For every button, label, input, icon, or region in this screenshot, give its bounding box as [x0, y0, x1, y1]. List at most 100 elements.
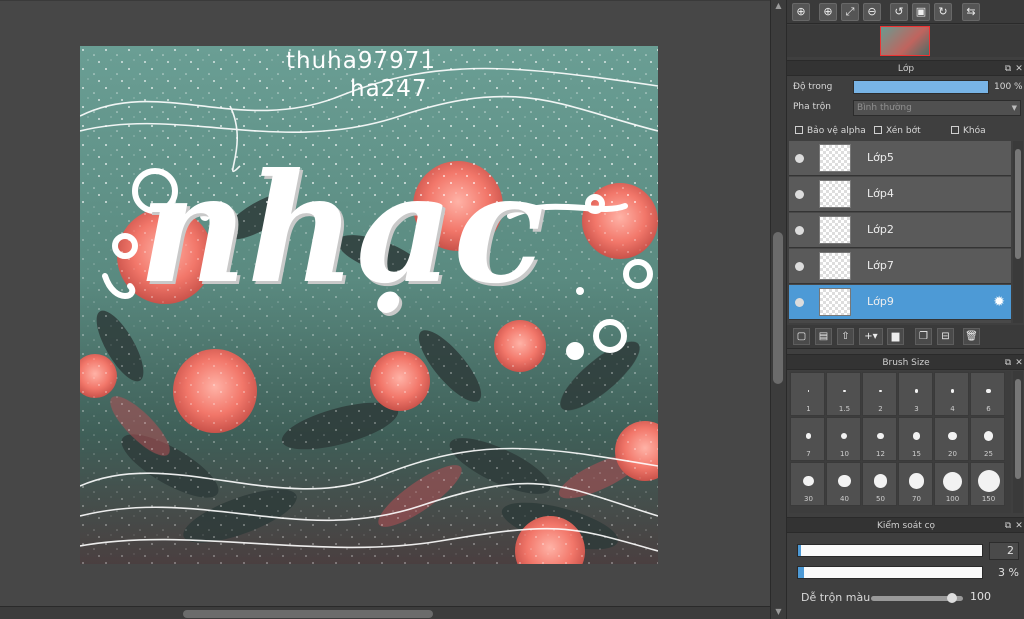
- brush-size-label: 150: [981, 495, 996, 503]
- brush-size-label: 20: [948, 450, 957, 458]
- artwork-canvas[interactable]: thuha97971 ha247 nhạc: [80, 46, 658, 564]
- brush-size-cell[interactable]: 25: [970, 417, 1005, 461]
- brush-size-cell[interactable]: 1: [790, 372, 825, 416]
- brush-size-value[interactable]: 2: [989, 542, 1019, 560]
- zoom-out-icon[interactable]: ⊖: [863, 3, 881, 21]
- visibility-eye-icon[interactable]: [795, 226, 804, 235]
- brush-dot-icon: [807, 390, 810, 392]
- add-layer-menu-icon[interactable]: +▾: [859, 328, 883, 345]
- layer-opacity-slider[interactable]: [853, 80, 989, 94]
- scrollbar-thumb[interactable]: [773, 232, 783, 384]
- brush-size-panel-title: Brush Size ⧉ ✕: [787, 354, 1024, 370]
- brush-size-label: 7: [806, 450, 811, 458]
- layer-list-scrollbar[interactable]: [1013, 141, 1023, 323]
- rotate-right-icon[interactable]: ↻: [934, 3, 952, 21]
- copy-layer-icon[interactable]: ▤: [815, 328, 832, 345]
- right-panel: ⊕ ⊕ ⤢ ⊖ ↺ ▣ ↻ ⇆ Lớp ⧉ ✕ Độ trong 100 % P…: [786, 0, 1024, 619]
- scroll-up-icon[interactable]: ▲: [774, 2, 783, 10]
- popout-icon[interactable]: ⧉: [1003, 61, 1013, 77]
- gear-icon[interactable]: ✹: [993, 294, 1005, 310]
- lock-checkbox[interactable]: Khóa: [951, 124, 986, 138]
- brush-size-cell[interactable]: 15: [898, 417, 933, 461]
- layer-panel-title: Lớp ⧉ ✕: [787, 60, 1024, 76]
- brush-size-label: 12: [876, 450, 885, 458]
- canvas-vertical-scrollbar[interactable]: ▲ ▼: [770, 0, 786, 619]
- brush-size-cell[interactable]: 1.5: [826, 372, 861, 416]
- layer-row[interactable]: Lớp7: [789, 249, 1011, 284]
- brush-size-slider[interactable]: [797, 544, 983, 557]
- brush-size-cell[interactable]: 20: [934, 417, 969, 461]
- brush-size-cell[interactable]: 150: [970, 462, 1005, 506]
- layer-row[interactable]: Lớp2: [789, 213, 1011, 248]
- brush-opacity-slider[interactable]: [797, 566, 983, 579]
- brush-dot-icon: [912, 432, 921, 440]
- credit-line1: thuha97971: [286, 48, 437, 74]
- fit-window-icon[interactable]: ▣: [912, 3, 930, 21]
- visibility-eye-icon[interactable]: [795, 262, 804, 271]
- scrollbar-thumb[interactable]: [1015, 379, 1021, 479]
- blend-mode-select[interactable]: Bình thường ▼: [853, 100, 1021, 116]
- rotate-left-icon[interactable]: ↺: [890, 3, 908, 21]
- zoom-in-icon[interactable]: ⊕: [792, 3, 810, 21]
- brush-size-cell[interactable]: 4: [934, 372, 969, 416]
- brush-size-label: 100: [945, 495, 960, 503]
- layer-name: Lớp7: [867, 259, 894, 272]
- flip-icon[interactable]: ⇆: [962, 3, 980, 21]
- visibility-eye-icon[interactable]: [795, 298, 804, 307]
- folder-icon[interactable]: ▆: [887, 328, 904, 345]
- blend-mix-value: 100: [970, 590, 991, 603]
- brush-size-cell[interactable]: 6: [970, 372, 1005, 416]
- canvas-horizontal-scrollbar[interactable]: [0, 606, 770, 619]
- trash-icon[interactable]: 🗑: [963, 328, 980, 345]
- brush-size-label: 3: [914, 405, 919, 413]
- brush-dot-icon: [948, 431, 957, 441]
- close-icon[interactable]: ✕: [1014, 61, 1024, 77]
- zoom-in-alt-icon[interactable]: ⊕: [819, 3, 837, 21]
- opacity-label: Độ trong: [793, 82, 833, 92]
- close-icon[interactable]: ✕: [1014, 518, 1024, 534]
- scroll-down-icon[interactable]: ▼: [774, 608, 783, 616]
- merge-icon[interactable]: ⊟: [937, 328, 954, 345]
- blend-mix-slider[interactable]: [871, 593, 963, 603]
- brush-size-cell[interactable]: 70: [898, 462, 933, 506]
- brush-size-cell[interactable]: 2: [862, 372, 897, 416]
- navigator-thumbnail[interactable]: [880, 26, 930, 56]
- brush-size-cell[interactable]: 50: [862, 462, 897, 506]
- duplicate-icon[interactable]: ❐: [915, 328, 932, 345]
- brush-size-cell[interactable]: 3: [898, 372, 933, 416]
- new-layer-icon[interactable]: ▢: [793, 328, 810, 345]
- brush-size-grid: 1 1.5 2 3 4 6 7 10 12 15 20 25 30 40 50 70 100 150: [789, 371, 1011, 513]
- protect-alpha-checkbox[interactable]: Bảo vệ alpha: [795, 124, 866, 138]
- brush-size-cell[interactable]: 40: [826, 462, 861, 506]
- navigator-preview[interactable]: [787, 25, 1024, 57]
- popout-icon[interactable]: ⧉: [1003, 518, 1013, 534]
- brush-size-cell[interactable]: 30: [790, 462, 825, 506]
- brush-size-cell[interactable]: 12: [862, 417, 897, 461]
- close-icon[interactable]: ✕: [1014, 355, 1024, 371]
- visibility-eye-icon[interactable]: [795, 190, 804, 199]
- scrollbar-thumb[interactable]: [183, 610, 433, 618]
- brush-size-cell[interactable]: 100: [934, 462, 969, 506]
- canvas-area[interactable]: thuha97971 ha247 nhạc: [0, 0, 770, 619]
- clipping-checkbox[interactable]: Xén bớt: [874, 124, 921, 138]
- chevron-down-icon: ▼: [1011, 104, 1017, 112]
- layer-row-selected[interactable]: Lớp9 ✹: [789, 285, 1011, 320]
- brush-dot-icon: [843, 389, 846, 393]
- fit-icon[interactable]: ⤢: [841, 3, 859, 21]
- scrollbar-thumb[interactable]: [1015, 149, 1021, 259]
- brush-size-label: 1: [806, 405, 811, 413]
- import-icon[interactable]: ⇧: [837, 328, 854, 345]
- layer-name: Lớp4: [867, 187, 894, 200]
- visibility-eye-icon[interactable]: [795, 154, 804, 163]
- brush-dot-icon: [914, 389, 919, 393]
- brush-size-scrollbar[interactable]: [1013, 371, 1023, 513]
- brush-size-cell[interactable]: 7: [790, 417, 825, 461]
- popout-icon[interactable]: ⧉: [1003, 355, 1013, 371]
- brush-dot-icon: [983, 431, 994, 441]
- brush-size-cell[interactable]: 10: [826, 417, 861, 461]
- brush-size-title-text: Brush Size: [882, 358, 930, 368]
- app-window: thuha97971 ha247 nhạc ▲ ▼ ⊕ ⊕ ⤢ ⊖ ↺ ▣ ↻ …: [0, 0, 1024, 619]
- layer-row[interactable]: Lớp5: [789, 141, 1011, 176]
- slider-knob[interactable]: [947, 593, 957, 603]
- layer-row[interactable]: Lớp4: [789, 177, 1011, 212]
